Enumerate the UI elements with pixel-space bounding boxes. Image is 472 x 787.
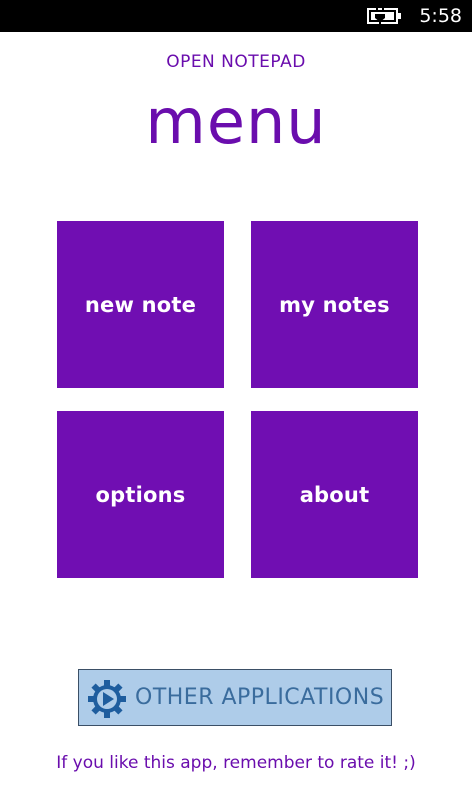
rate-reminder-text: If you like this app, remember to rate i… — [56, 753, 416, 773]
app-title: OPEN NOTEPAD — [166, 52, 306, 72]
other-applications-button[interactable]: OTHER APPLICATIONS — [78, 669, 392, 726]
my-notes-label: my notes — [279, 292, 390, 317]
about-tile[interactable]: about — [251, 411, 418, 578]
page-title: menu — [145, 85, 327, 158]
status-bar: 5:58 — [0, 0, 472, 32]
about-label: about — [299, 482, 370, 507]
my-notes-tile[interactable]: my notes — [251, 221, 418, 388]
other-applications-label: OTHER APPLICATIONS — [135, 685, 385, 710]
battery-charging-icon — [367, 6, 401, 26]
options-label: options — [95, 482, 186, 507]
new-note-label: new note — [84, 292, 197, 317]
new-note-tile[interactable]: new note — [57, 221, 224, 388]
gear-play-icon — [88, 680, 126, 718]
options-tile[interactable]: options — [57, 411, 224, 578]
clock: 5:58 — [419, 5, 462, 27]
